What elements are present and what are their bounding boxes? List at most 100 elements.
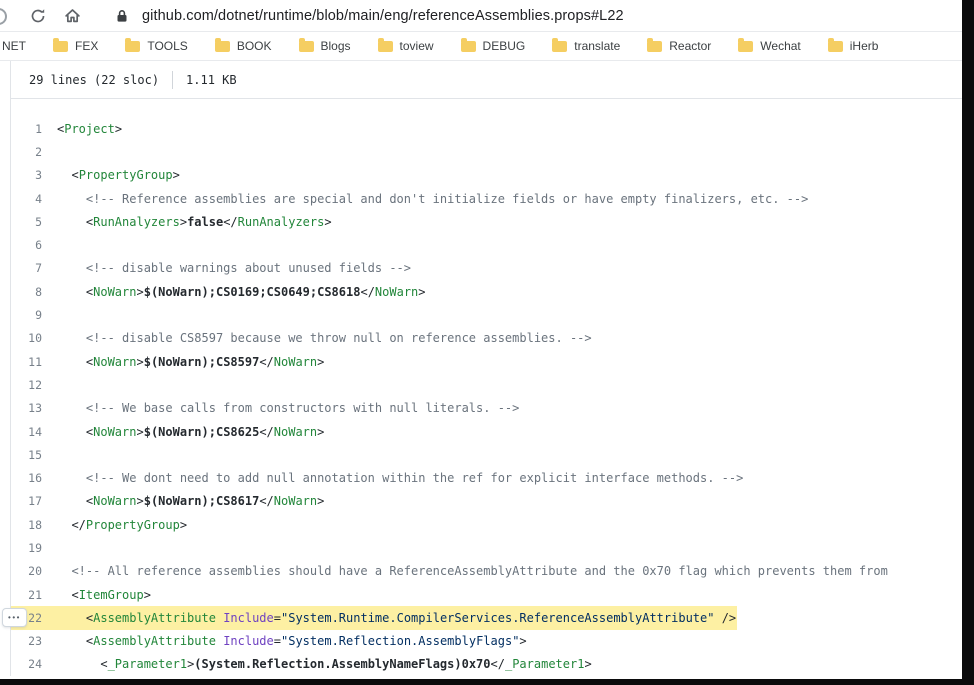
bookmark-book[interactable]: BOOK — [214, 37, 272, 53]
code-token: < — [57, 284, 94, 299]
bookmark-wechat[interactable]: Wechat — [738, 37, 801, 53]
line-number[interactable]: 18 — [11, 518, 57, 532]
line-number[interactable]: 23 — [11, 634, 57, 648]
line-number[interactable]: 16 — [11, 471, 57, 485]
code-text: <!-- All reference assemblies should hav… — [57, 564, 887, 578]
code-line-20: 20 <!-- All reference assemblies should … — [11, 560, 974, 583]
folder-icon — [552, 37, 568, 52]
code-token: _Parameter1 — [504, 657, 585, 672]
code-token: $(NoWarn);CS8597 — [143, 354, 260, 369]
code-text: <!-- Reference assemblies are special an… — [57, 192, 808, 206]
address-bar: github.com/dotnet/runtime/blob/main/eng/… — [0, 0, 974, 32]
line-number[interactable]: 2 — [11, 145, 57, 159]
folder-icon — [298, 37, 314, 52]
bookmark-reactor[interactable]: Reactor — [647, 37, 711, 53]
bookmark-label: Wechat — [760, 39, 801, 53]
code-token: > — [136, 424, 144, 439]
code-line-13: 13 <!-- We base calls from constructors … — [11, 397, 974, 420]
code-text: <PropertyGroup> — [57, 168, 179, 183]
code-token: </ — [490, 657, 505, 672]
code-token: > — [136, 354, 144, 369]
lock-icon[interactable] — [110, 4, 134, 28]
line-menu-button[interactable]: ••• — [2, 608, 27, 628]
code-token: < — [57, 634, 94, 649]
code-token: (System.Reflection.AssemblyNameFlags)0x7… — [194, 657, 491, 672]
code-token: = — [273, 610, 281, 625]
code-token: $(NoWarn);CS8617 — [143, 494, 260, 509]
line-number[interactable]: 15 — [11, 448, 57, 462]
bookmark-label: NET — [2, 39, 26, 53]
code-line-18: 18 </PropertyGroup> — [11, 513, 974, 536]
code-token: > — [519, 634, 527, 649]
line-number[interactable]: 24 — [11, 657, 57, 671]
bookmark-toview[interactable]: toview — [377, 37, 434, 53]
bookmark-label: DEBUG — [482, 39, 526, 53]
code-token: Include — [223, 610, 274, 625]
url-text[interactable]: github.com/dotnet/runtime/blob/main/eng/… — [142, 8, 624, 24]
code-line-19: 19 — [11, 536, 974, 559]
line-number[interactable]: 9 — [11, 308, 57, 322]
code-token: > — [324, 214, 332, 229]
line-number[interactable]: 5 — [11, 215, 57, 229]
line-number[interactable]: 7 — [11, 261, 57, 275]
code-token: < — [57, 657, 108, 672]
code-token: > — [143, 587, 151, 602]
code-token: > — [114, 121, 123, 136]
bookmark-translate[interactable]: translate — [552, 37, 620, 53]
code-line-2: 2 — [11, 140, 974, 163]
line-number[interactable]: 10 — [11, 331, 57, 345]
bookmark-fex[interactable]: FEX — [53, 37, 99, 53]
back-button-fragment[interactable] — [0, 8, 7, 25]
folder-icon — [125, 37, 141, 52]
code-token: <!-- Reference assemblies are special an… — [57, 191, 809, 206]
code-token: "System.Reflection.AssemblyFlags" — [281, 634, 520, 649]
line-number[interactable]: 1 — [11, 122, 57, 136]
line-number[interactable]: 3 — [11, 168, 57, 182]
line-number[interactable]: 4 — [11, 192, 57, 206]
code-token: </ — [259, 494, 274, 509]
code-token: <!-- disable CS8597 because we throw nul… — [57, 331, 592, 346]
bookmark-label: FEX — [75, 39, 99, 53]
code-token: PropertyGroup — [78, 168, 173, 183]
bookmark-tools[interactable]: TOOLS — [125, 37, 188, 53]
code-text: <Project> — [57, 122, 122, 136]
line-number[interactable]: 14 — [11, 425, 57, 439]
lock-icon-glyph — [117, 9, 127, 22]
bookmark-blogs[interactable]: Blogs — [298, 37, 351, 53]
code-line-7: 7 <!-- disable warnings about unused fie… — [11, 257, 974, 280]
bookmark-net[interactable]: NET — [2, 39, 26, 53]
line-number[interactable]: 17 — [11, 494, 57, 508]
file-blob-container: 29 lines (22 sloc) 1.11 KB 1 <Project> 2 3 … — [2, 61, 974, 677]
code-text: </PropertyGroup> — [57, 518, 187, 532]
bookmark-debug[interactable]: DEBUG — [460, 37, 526, 53]
code-token: <!-- disable warnings about unused field… — [57, 261, 412, 276]
code-text: <!-- We dont need to add null annotation… — [57, 471, 743, 485]
code-token: > — [584, 657, 592, 672]
screen-bottom-black-strip — [0, 679, 974, 685]
code-token: _Parameter1 — [107, 657, 188, 672]
code-token: </ — [360, 284, 375, 299]
code-token: > — [136, 494, 144, 509]
code-line-16: 16 <!-- We dont need to add null annotat… — [11, 466, 974, 489]
line-number[interactable]: 6 — [11, 238, 57, 252]
line-number[interactable]: 21 — [11, 588, 57, 602]
bookmarks-bar: NET FEX TOOLS BOOK Blogs toview DEBUG translate… — [0, 32, 974, 61]
code-token: PropertyGroup — [85, 517, 180, 532]
line-number[interactable]: 11 — [11, 355, 57, 369]
code-line-24: 24 <_Parameter1>(System.Reflection.Assem… — [11, 653, 974, 676]
line-number[interactable]: 19 — [11, 541, 57, 555]
line-number[interactable]: 13 — [11, 401, 57, 415]
code-token: Project — [64, 121, 115, 136]
line-number[interactable]: 8 — [11, 285, 57, 299]
home-icon[interactable] — [60, 4, 84, 28]
code-token: > — [418, 284, 426, 299]
line-number[interactable]: 12 — [11, 378, 57, 392]
line-number[interactable]: 20 — [11, 564, 57, 578]
code-token: < — [57, 587, 79, 602]
code-text: <AssemblyAttribute Include="System.Refle… — [57, 634, 527, 648]
reload-icon[interactable] — [26, 4, 50, 28]
bookmark-iherb[interactable]: iHerb — [827, 37, 878, 53]
code-line-9: 9 — [11, 303, 974, 326]
code-line-12: 12 — [11, 373, 974, 396]
code-line-10: 10 <!-- disable CS8597 because we throw … — [11, 327, 974, 350]
